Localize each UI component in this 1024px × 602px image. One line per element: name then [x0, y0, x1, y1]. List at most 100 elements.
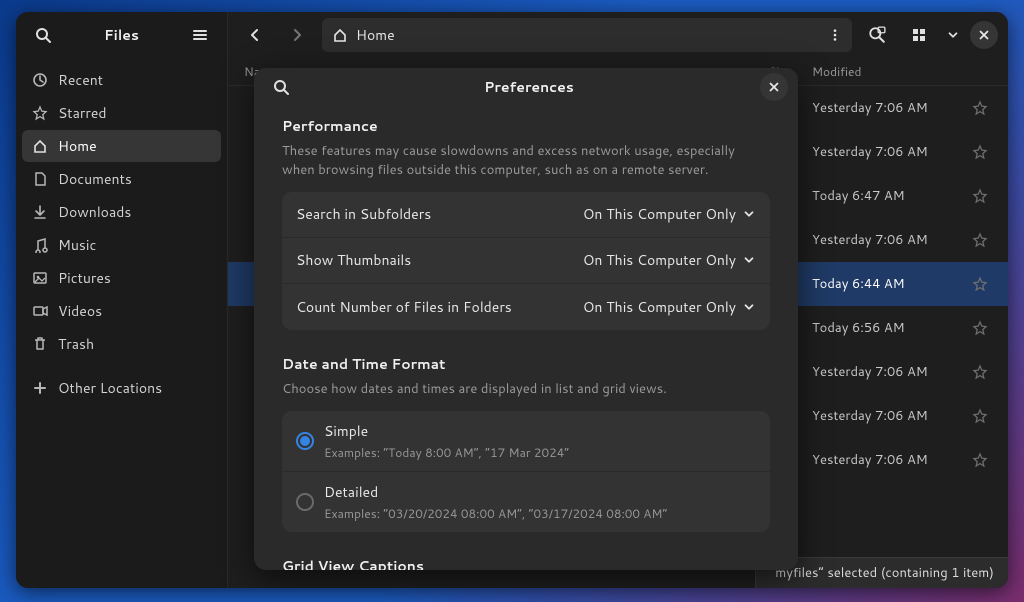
home-icon [32, 138, 48, 154]
sidebar-item-videos[interactable]: Videos [22, 295, 221, 327]
back-button[interactable] [238, 18, 272, 52]
search-icon [273, 79, 289, 95]
view-options-button[interactable] [942, 18, 964, 52]
star-outline-icon [972, 144, 988, 160]
sidebar-item-label: Videos [58, 301, 102, 321]
datetime-option-simple[interactable]: Simple Examples: “Today 8:00 AM”, “17 Ma… [282, 411, 770, 472]
performance-desc: These features may cause slowdowns and e… [282, 142, 770, 180]
star-toggle[interactable] [972, 408, 992, 424]
star-toggle[interactable] [972, 100, 992, 116]
grid-icon [911, 27, 927, 43]
datetime-desc: Choose how dates and times are displayed… [282, 380, 770, 399]
sidebar-item-other-locations[interactable]: Other Locations [22, 372, 221, 404]
find-replace-icon [868, 26, 886, 44]
toolbar-right [902, 18, 998, 52]
star-toggle[interactable] [972, 232, 992, 248]
file-modified: Yesterday 7:06 AM [812, 231, 952, 249]
radio-button[interactable] [296, 493, 314, 511]
option-value: On This Computer Only [583, 204, 756, 224]
files-window: Files Recent Starred Home Documents Down… [16, 12, 1008, 588]
star-outline-icon [972, 408, 988, 424]
home-icon [332, 27, 348, 43]
download-icon [32, 204, 48, 220]
performance-group: Search in Subfolders On This Computer On… [282, 192, 770, 330]
option-value: On This Computer Only [583, 250, 756, 270]
path-label: Home [356, 25, 395, 45]
file-modified: Yesterday 7:06 AM [812, 143, 952, 161]
file-modified: Today 6:47 AM [812, 187, 952, 205]
file-modified: Today 6:44 AM [812, 275, 952, 293]
star-toggle[interactable] [972, 188, 992, 204]
star-outline-icon [972, 364, 988, 380]
plus-icon [32, 380, 48, 396]
search-icon [35, 27, 51, 43]
close-icon [767, 80, 781, 94]
star-toggle[interactable] [972, 364, 992, 380]
sidebar-item-label: Pictures [58, 268, 111, 288]
chevron-down-icon [742, 207, 756, 221]
pathbar[interactable]: Home [322, 18, 852, 52]
chevron-down-icon [946, 28, 960, 42]
col-modified[interactable]: Modified [812, 63, 952, 80]
star-toggle[interactable] [972, 276, 992, 292]
hamburger-icon [192, 27, 208, 43]
pref-row-search-in-subfolders[interactable]: Search in Subfolders On This Computer On… [282, 192, 770, 238]
dialog-header: Preferences [254, 68, 798, 106]
dialog-close-button[interactable] [760, 73, 788, 101]
sidebar-list: Recent Starred Home Documents Downloads … [16, 58, 227, 410]
file-modified: Yesterday 7:06 AM [812, 99, 952, 117]
sidebar-item-label: Documents [58, 169, 132, 189]
sidebar-item-recent[interactable]: Recent [22, 64, 221, 96]
chevron-down-icon [742, 300, 756, 314]
star-toggle[interactable] [972, 320, 992, 336]
sidebar-item-home[interactable]: Home [22, 130, 221, 162]
datetime-title: Date and Time Format [282, 354, 770, 374]
sidebar-item-music[interactable]: Music [22, 229, 221, 261]
pref-row-count-number-of-files-in-folders[interactable]: Count Number of Files in Folders On This… [282, 284, 770, 330]
sidebar-item-label: Downloads [58, 202, 131, 222]
file-modified: Today 6:56 AM [812, 319, 952, 337]
picture-icon [32, 270, 48, 286]
radio-title: Simple [324, 421, 569, 441]
sidebar-item-label: Recent [58, 70, 103, 90]
datetime-option-detailed[interactable]: Detailed Examples: “03/20/2024 08:00 AM”… [282, 472, 770, 532]
sidebar-item-label: Music [58, 235, 96, 255]
close-icon [977, 28, 991, 42]
sidebar-menu-button[interactable] [183, 18, 217, 52]
sidebar-item-documents[interactable]: Documents [22, 163, 221, 195]
performance-title: Performance [282, 116, 770, 136]
trash-icon [32, 336, 48, 352]
forward-button[interactable] [280, 18, 314, 52]
sidebar-item-trash[interactable]: Trash [22, 328, 221, 360]
sidebar-search-button[interactable] [26, 18, 60, 52]
option-label: Show Thumbnails [296, 250, 573, 270]
star-toggle[interactable] [972, 144, 992, 160]
sidebar-item-label: Home [58, 136, 97, 156]
grid-title: Grid View Captions [282, 556, 770, 570]
pref-row-show-thumbnails[interactable]: Show Thumbnails On This Computer Only [282, 238, 770, 284]
dialog-body[interactable]: Performance These features may cause slo… [254, 106, 798, 570]
dialog-search-button[interactable] [264, 70, 298, 104]
sidebar-item-pictures[interactable]: Pictures [22, 262, 221, 294]
file-modified: Yesterday 7:06 AM [812, 363, 952, 381]
star-outline-icon [972, 276, 988, 292]
star-toggle[interactable] [972, 452, 992, 468]
sidebar-item-starred[interactable]: Starred [22, 97, 221, 129]
radio-subtitle: Examples: “Today 8:00 AM”, “17 Mar 2024” [324, 444, 569, 461]
radio-button[interactable] [296, 432, 314, 450]
video-icon [32, 303, 48, 319]
star-outline-icon [972, 232, 988, 248]
sidebar-item-label: Trash [58, 334, 94, 354]
view-grid-button[interactable] [902, 18, 936, 52]
star-outline-icon [972, 452, 988, 468]
chevron-down-icon [742, 253, 756, 267]
sidebar: Files Recent Starred Home Documents Down… [16, 12, 228, 588]
window-close-button[interactable] [970, 21, 998, 49]
file-modified: Yesterday 7:06 AM [812, 451, 952, 469]
path-menu-icon[interactable] [828, 28, 842, 42]
doc-icon [32, 171, 48, 187]
search-files-button[interactable] [860, 18, 894, 52]
file-modified: Yesterday 7:06 AM [812, 407, 952, 425]
sidebar-item-downloads[interactable]: Downloads [22, 196, 221, 228]
dialog-title: Preferences [298, 77, 760, 97]
